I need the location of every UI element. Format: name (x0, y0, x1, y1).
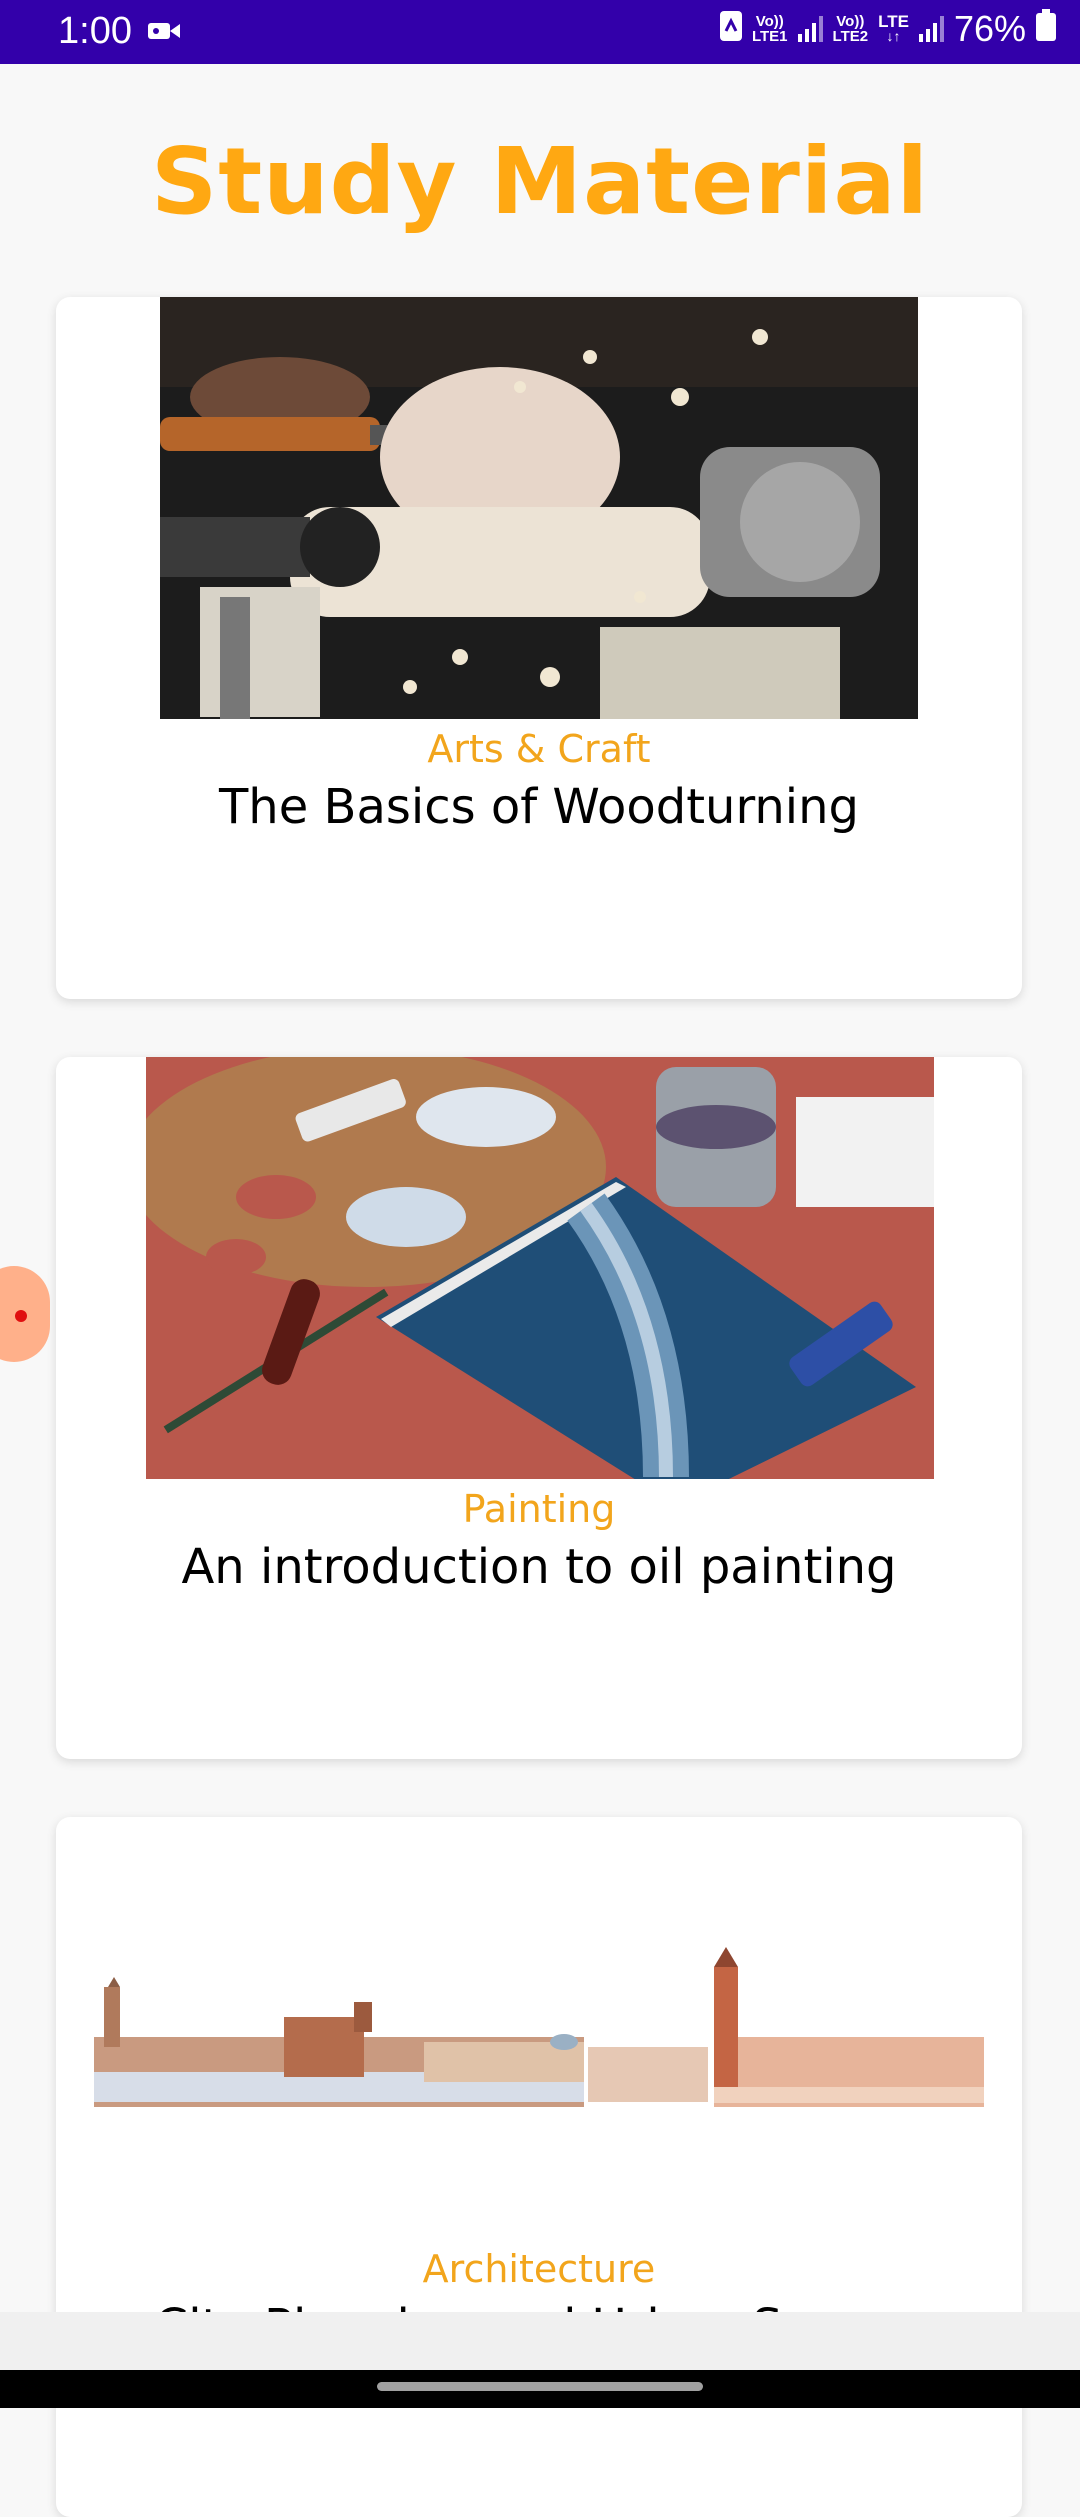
architecture-image (94, 1947, 984, 2122)
sim2-network: Vo)) LTE2 (832, 13, 869, 45)
floating-assistant-button[interactable] (0, 1266, 50, 1362)
bottom-inset (0, 2312, 1080, 2370)
card-category: Architecture (422, 2247, 656, 2291)
sim1-network: Vo)) LTE1 (751, 13, 788, 45)
woodturning-image (160, 297, 918, 719)
battery-percent: 76% (953, 8, 1026, 49)
data-indicator: LTE ↓↑ (878, 12, 909, 44)
course-card-woodturning[interactable]: Arts & Craft The Basics of Woodturning (56, 297, 1022, 999)
card-title: An introduction to oil painting (181, 1539, 897, 1595)
home-gesture-handle[interactable] (377, 2382, 703, 2391)
battery-icon (1036, 8, 1056, 50)
signal-bars-1-icon (797, 16, 823, 42)
nfc-icon (719, 8, 742, 50)
status-bar: 1:00 Vo)) LTE1 Vo)) LTE2 LTE ↓↑ 76% (0, 0, 1080, 64)
record-dot-icon (15, 1310, 27, 1322)
signal-bars-2-icon (918, 16, 944, 42)
card-category: Painting (462, 1487, 616, 1531)
course-card-architecture[interactable]: Architecture City Planning and Urban Spa… (56, 1817, 1022, 2517)
course-card-oil-painting[interactable]: Painting An introduction to oil painting (56, 1057, 1022, 1759)
oil-painting-image (146, 1057, 934, 1479)
card-category: Arts & Craft (427, 727, 651, 771)
page-title: Study Material (150, 128, 930, 235)
card-title: The Basics of Woodturning (218, 779, 860, 835)
status-time: 1:00 (58, 10, 132, 52)
video-camera-icon (148, 20, 180, 47)
